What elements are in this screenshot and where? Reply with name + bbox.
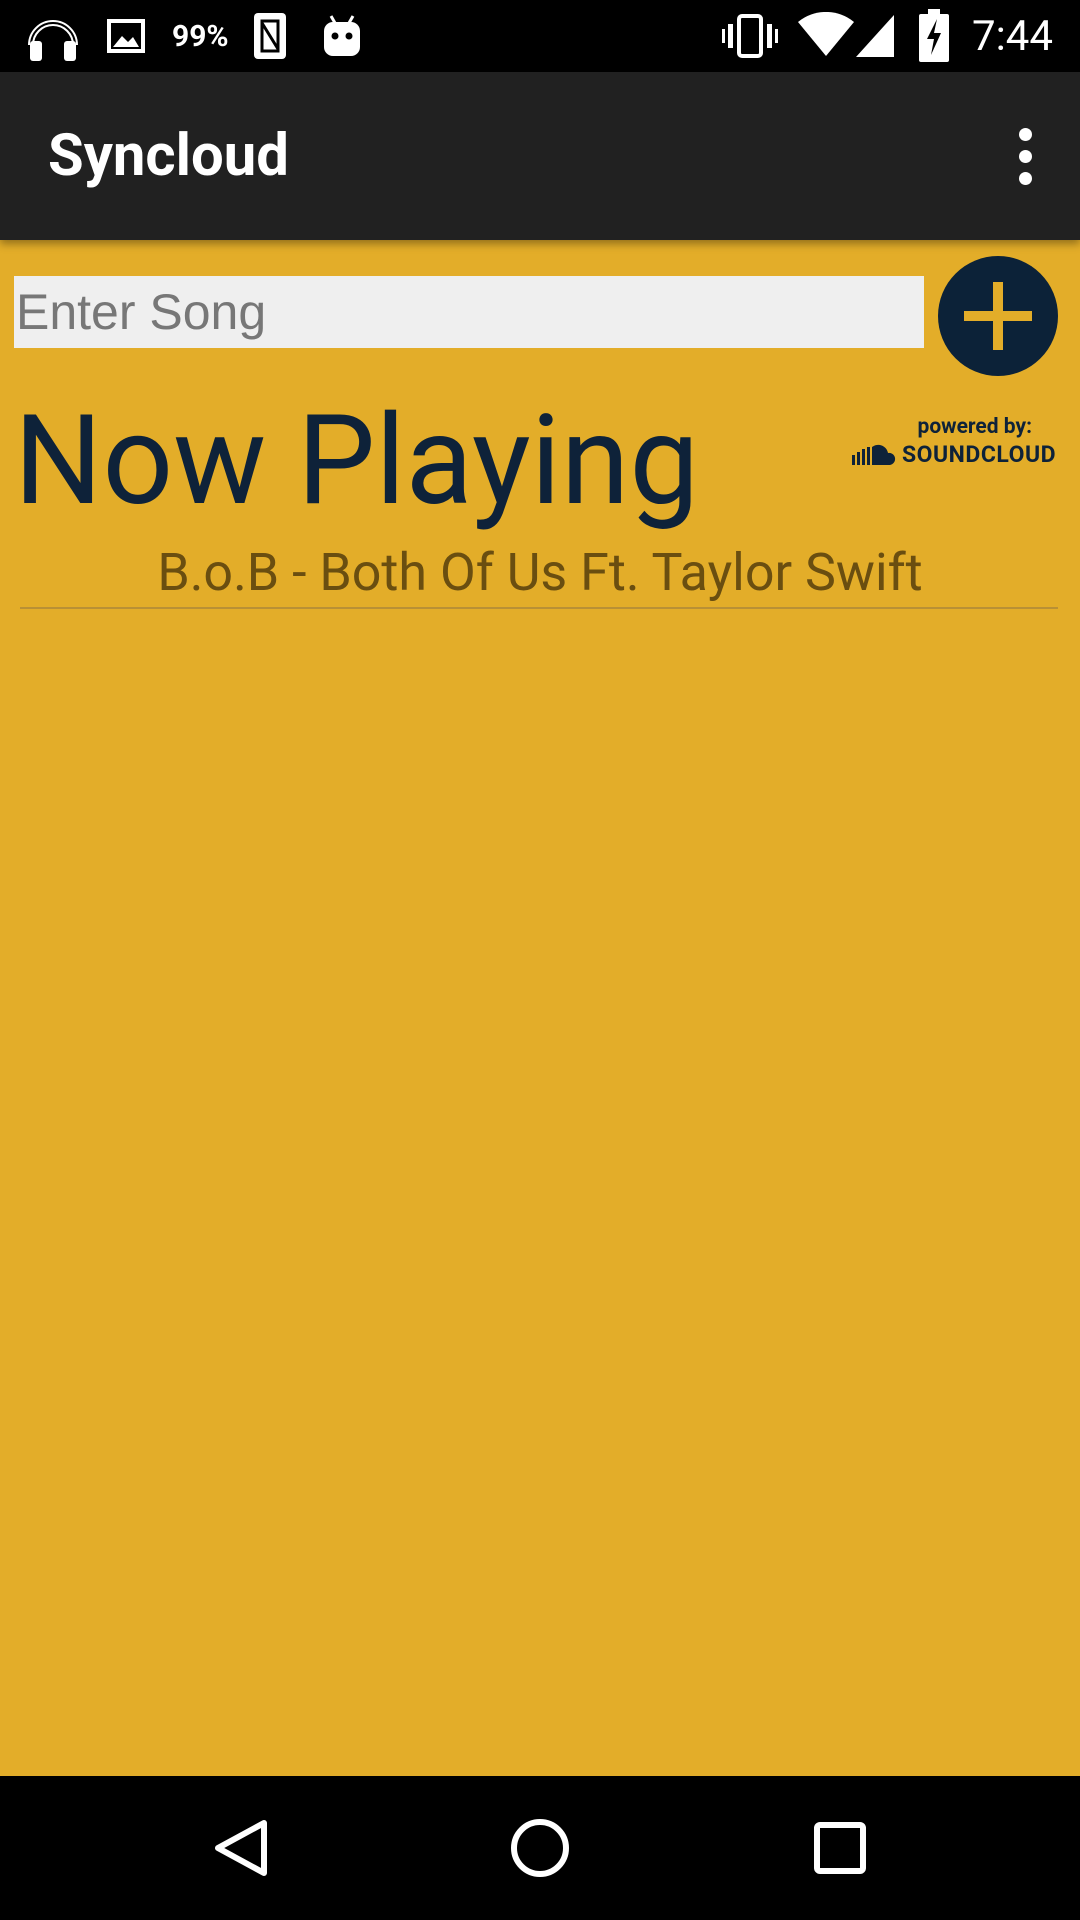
now-playing-track[interactable]: B.o.B - Both Of Us Ft. Taylor Swift [20,540,1060,606]
back-button[interactable] [170,1776,310,1920]
headphones-icon [26,0,80,72]
song-search-input[interactable] [14,276,924,348]
cell-signal-icon [854,0,896,72]
divider [20,607,1058,609]
soundcloud-label: SOUNDCLOUD [902,441,1057,468]
nav-bar [0,1776,1080,1920]
add-song-button[interactable] [938,256,1058,376]
app-title: Syncloud [48,122,289,190]
android-icon [322,0,362,72]
more-vert-icon[interactable] [990,116,1060,196]
now-playing-heading: Now Playing [14,389,699,534]
image-icon [106,0,146,72]
clock-time: 7:44 [972,11,1053,61]
home-button[interactable] [470,1776,610,1920]
powered-by-label: powered by: [917,415,1033,439]
wifi-icon [798,0,854,72]
vibrate-icon [722,0,778,72]
soundcloud-attribution[interactable]: powered by: SOUNDCLOUD [852,415,1062,475]
sim-icon [252,0,288,72]
recents-square-icon [814,1822,866,1874]
battery-charging-icon [918,0,950,72]
recents-button[interactable] [770,1776,910,1920]
status-bar: 99% 7:44 [0,0,1080,72]
home-circle-icon [511,1819,569,1877]
back-triangle-icon [215,1820,267,1876]
battery-percent-text: 99% [172,18,229,54]
plus-icon [964,282,1032,350]
app-bar: Syncloud [0,72,1080,240]
soundcloud-cloud-icon [852,444,896,465]
